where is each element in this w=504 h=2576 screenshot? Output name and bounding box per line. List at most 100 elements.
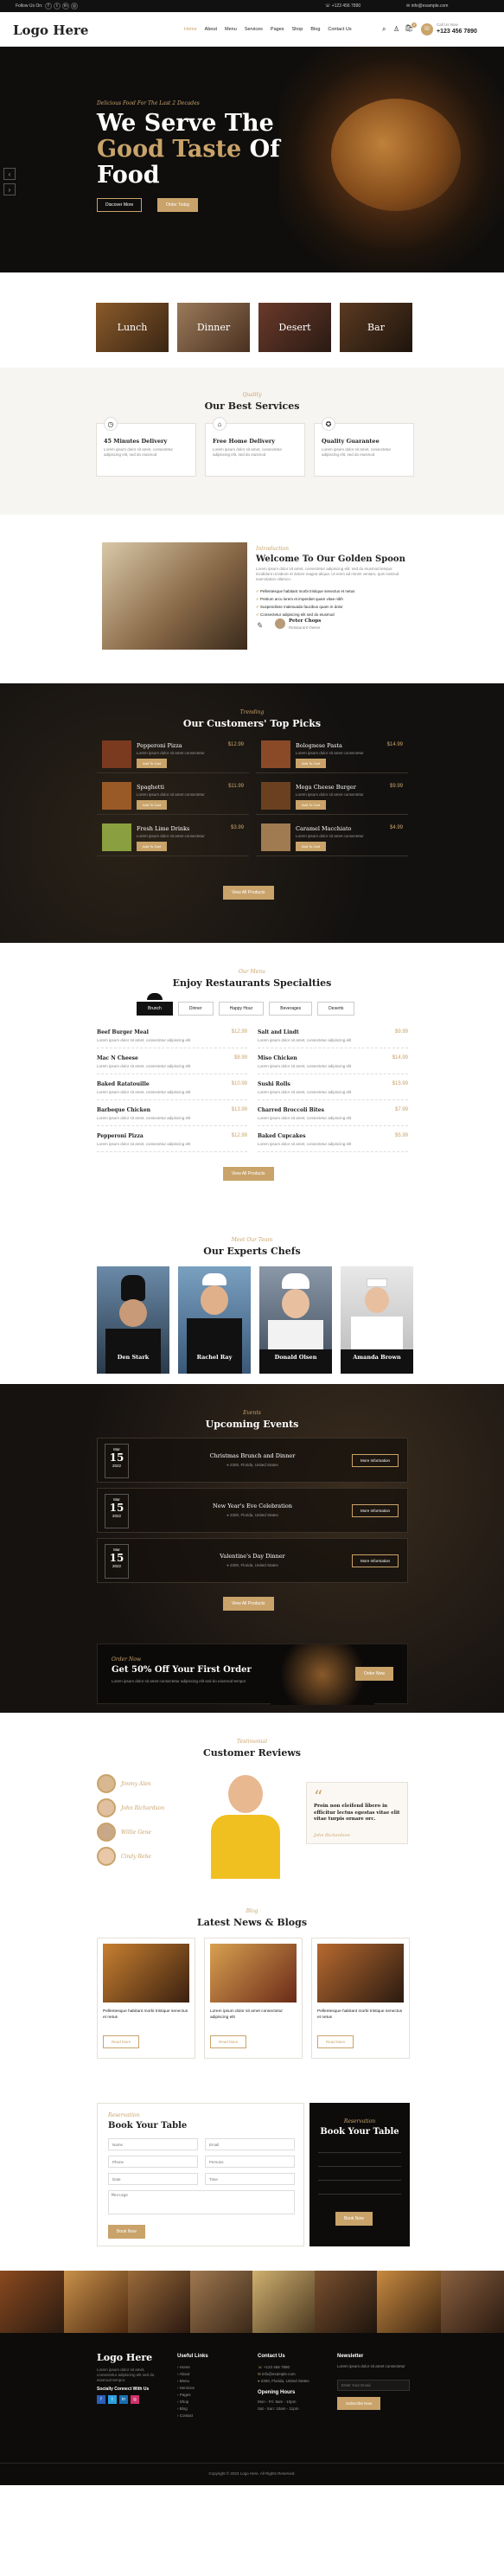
reviewer-item[interactable]: Cindy Rebe [97,1844,164,1868]
menu-item[interactable]: Baked Cupcakes $5.99 Lorem ipsum dolor sit… [258,1130,408,1152]
menu-item[interactable]: Salt and Lindt $9.99 Lorem ipsum dolor sit… [258,1026,408,1048]
newsletter-email-input[interactable] [337,2380,410,2391]
nav-blog[interactable]: Blog [310,27,320,32]
search-icon[interactable]: ⌕ [382,25,386,34]
menu-item[interactable]: Baked Ratatouille $10.99 Lorem ipsum dolor… [97,1078,247,1100]
date-field[interactable] [108,2173,198,2185]
dark-field[interactable] [318,2186,401,2195]
message-field[interactable] [108,2190,295,2214]
nav-shop[interactable]: Shop [292,27,303,32]
read-more-button[interactable]: Read More [210,2035,247,2048]
footer-link[interactable]: › Pages [177,2392,195,2399]
hero-prev-arrow[interactable]: ‹ [3,168,16,180]
menu-item[interactable]: Charred Broccoli Bites $7.99 Lorem ipsum d… [258,1104,408,1126]
phone-field[interactable] [108,2156,198,2168]
hero-next-arrow[interactable]: › [3,183,16,195]
tab-deserts[interactable]: Deserts [317,1002,355,1016]
facebook-icon[interactable]: f [97,2395,105,2404]
chef-card[interactable]: Amanda Brown [341,1266,413,1374]
reviewer-item[interactable]: John Richardson [97,1796,164,1820]
nav-home[interactable]: Home [184,27,197,32]
nav-menu[interactable]: Menu [225,27,237,32]
footer-link[interactable]: › Blog [177,2406,195,2413]
category-desert[interactable]: Desert [258,303,331,352]
view-all-menu-button[interactable]: View All Products [223,1167,274,1181]
book-now-dark-button[interactable]: Book Now [335,2212,373,2226]
linkedin-icon[interactable]: in [119,2395,128,2404]
view-all-products-button[interactable]: View All Products [223,886,274,900]
footer-link[interactable]: › Home [177,2364,195,2371]
contact-phone[interactable]: ☏ +123 456 7890 [258,2364,309,2371]
reviewer-item[interactable]: Willie Gene [97,1820,164,1844]
facebook-icon[interactable]: f [45,3,52,10]
call-number[interactable]: +123 456 7890 [437,29,477,35]
user-icon[interactable]: ♙ [393,25,399,33]
footer-logo[interactable]: Logo Here [97,2352,152,2363]
menu-item[interactable]: Pepperoni Pizza $12.99 Lorem ipsum dolor s… [97,1130,247,1152]
add-to-cart-button[interactable]: Add To Cart [296,759,327,768]
topbar-phone[interactable]: ☏ +123 456 7890 [325,3,360,9]
chef-card[interactable]: Den Stark [97,1266,169,1374]
menu-item[interactable]: Miso Chicken $14.99 Lorem ipsum dolor sit … [258,1052,408,1074]
more-information-button[interactable]: More Information [351,1554,399,1567]
time-field[interactable] [205,2173,295,2185]
add-to-cart-button[interactable]: Add To Cart [296,800,327,810]
add-to-cart-button[interactable]: Add To Cart [137,759,168,768]
topbar-email[interactable]: ✉ info@example.com [406,3,448,9]
subscribe-button[interactable]: Subscribe Now [337,2397,381,2410]
nav-services[interactable]: Services [245,27,263,32]
nav-pages[interactable]: Pages [271,27,284,32]
read-more-button[interactable]: Read More [103,2035,140,2048]
menu-item[interactable]: Mac N Cheese $8.99 Lorem ipsum dolor sit a… [97,1052,247,1074]
reviewer-item[interactable]: Jimmy Alen [97,1772,164,1796]
footer-link[interactable]: › Services [177,2385,195,2392]
more-information-button[interactable]: More Information [351,1454,399,1467]
footer-link[interactable]: › Menu [177,2378,195,2385]
menu-item[interactable]: Barbeque Chicken $13.99 Lorem ipsum dolor … [97,1104,247,1126]
category-dinner[interactable]: Dinner [177,303,250,352]
menu-item-price: $14.99 [392,1055,408,1061]
blog-card[interactable]: Pellentesque habitant morbi tristique se… [97,1938,195,2059]
category-bar[interactable]: Bar [340,303,412,352]
pick-name: Mega Cheese Burger [296,784,356,791]
tab-brunch[interactable]: Brunch [137,1002,173,1016]
dark-field[interactable] [318,2144,401,2153]
twitter-icon[interactable]: t [54,3,61,10]
discover-more-button[interactable]: Discover More [97,198,143,212]
email-field[interactable] [205,2138,295,2150]
name-field[interactable] [108,2138,198,2150]
tab-happy-hour[interactable]: Happy Hour [218,1002,265,1016]
tab-dinner[interactable]: Dinner [177,1002,214,1016]
read-more-button[interactable]: Read More [317,2035,354,2048]
footer-link[interactable]: › Shop [177,2399,195,2406]
add-to-cart-button[interactable]: Add To Cart [296,842,327,851]
menu-item[interactable]: Sushi Rolls $15.99 Lorem ipsum dolor sit a… [258,1078,408,1100]
logo[interactable]: Logo Here [13,22,88,38]
instagram-icon[interactable]: ◎ [71,3,78,10]
nav-contact[interactable]: Contact Us [328,27,351,32]
more-information-button[interactable]: More Information [351,1504,399,1517]
contact-email[interactable]: ✉ info@example.com [258,2371,309,2378]
add-to-cart-button[interactable]: Add To Cart [137,842,168,851]
view-all-events-button[interactable]: View All Products [223,1597,274,1611]
blog-card[interactable]: Pellentesque habitant morbi tristique se… [311,1938,410,2059]
category-lunch[interactable]: Lunch [96,303,169,352]
persons-field[interactable] [205,2156,295,2168]
blog-card[interactable]: Lorem ipsum dolor sit amet consectetur a… [204,1938,303,2059]
menu-item[interactable]: Beef Burger Meal $12.99 Lorem ipsum dolor … [97,1026,247,1048]
chef-card[interactable]: Rachel Ray [178,1266,251,1374]
chef-card[interactable]: Donald Olsen [259,1266,332,1374]
add-to-cart-button[interactable]: Add To Cart [137,800,168,810]
book-now-button[interactable]: Book Now [108,2225,145,2239]
dark-field[interactable] [318,2172,401,2181]
footer-link[interactable]: › Contact [177,2413,195,2419]
order-today-button[interactable]: Order Today [157,198,199,212]
footer-link[interactable]: › About [177,2371,195,2378]
order-now-button[interactable]: Order Now [354,1667,393,1681]
nav-about[interactable]: About [205,27,217,32]
dark-field[interactable] [318,2158,401,2167]
tab-beverages[interactable]: Beverages [269,1002,313,1016]
linkedin-icon[interactable]: in [62,3,69,10]
twitter-icon[interactable]: t [108,2395,117,2404]
instagram-icon[interactable]: ◎ [131,2395,139,2404]
